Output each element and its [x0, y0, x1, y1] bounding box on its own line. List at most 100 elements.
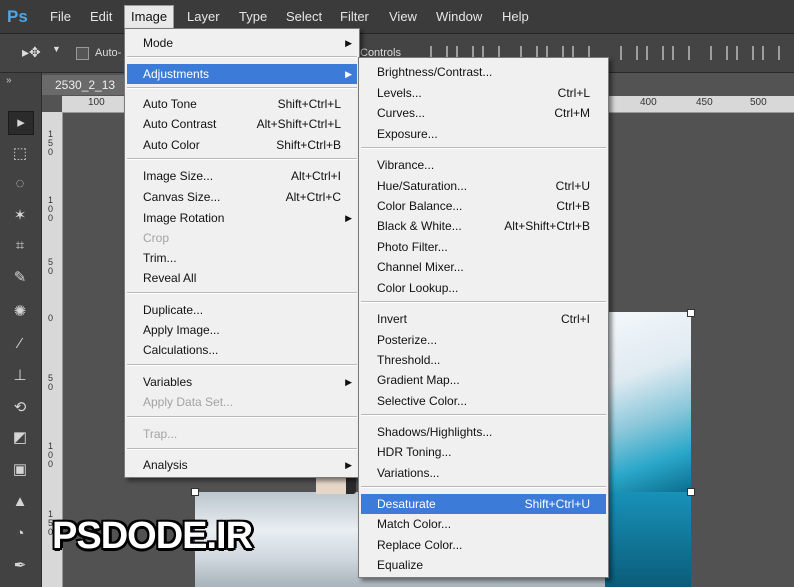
menu-separator	[127, 87, 357, 89]
menu-item-vibrance[interactable]: Vibrance...	[361, 155, 606, 175]
auto-select-label: Auto-	[95, 47, 122, 59]
menu-item-reveal-all[interactable]: Reveal All	[127, 268, 357, 288]
menu-item-shadows-highlights[interactable]: Shadows/Highlights...	[361, 422, 606, 442]
panel-collapse-icon[interactable]: »	[6, 75, 12, 86]
toolbox-panel: » ▸ ⬚ ◌ ✶ ⌗ ✎ ✺ ⁄ ⊥ ⟲ ◩ ▣ ▲ ◔ ✒	[0, 73, 42, 587]
auto-select-checkbox[interactable]	[76, 47, 89, 60]
menu-separator	[127, 56, 357, 58]
move-tool-icon[interactable]: ▸	[8, 111, 34, 135]
healing-brush-tool-icon[interactable]: ✺	[8, 301, 32, 323]
menu-item-brightness-contrast[interactable]: Brightness/Contrast...	[361, 62, 606, 82]
menu-separator	[361, 147, 606, 149]
menu-item-selective-color[interactable]: Selective Color...	[361, 391, 606, 411]
menu-item-hdr-toning[interactable]: HDR Toning...	[361, 442, 606, 462]
menu-item-color-lookup[interactable]: Color Lookup...	[361, 278, 606, 298]
blur-tool-icon[interactable]: ▲	[8, 491, 32, 513]
clone-stamp-tool-icon[interactable]: ⊥	[8, 365, 32, 387]
ruler-tick: 400	[640, 97, 657, 108]
menu-item-color-balance[interactable]: Color Balance... Ctrl+B	[361, 196, 606, 216]
menu-separator	[127, 158, 357, 160]
menu-item-curves[interactable]: Curves... Ctrl+M	[361, 103, 606, 123]
ruler-tick: 100	[48, 441, 54, 469]
lasso-tool-icon[interactable]: ◌	[8, 173, 32, 195]
distribute-bottom-icon[interactable]	[672, 46, 690, 60]
menu-item-channel-mixer[interactable]: Channel Mixer...	[361, 257, 606, 277]
menu-item-canvas-size[interactable]: Canvas Size... Alt+Ctrl+C	[127, 187, 357, 207]
menu-item-image-size[interactable]: Image Size... Alt+Ctrl+I	[127, 166, 357, 186]
submenu-arrow-icon: ▶	[345, 213, 352, 223]
menu-item-image-rotation[interactable]: Image Rotation ▶	[127, 208, 357, 228]
distribute-right-icon[interactable]	[762, 46, 780, 60]
menu-item-desaturate[interactable]: Desaturate Shift+Ctrl+U	[361, 494, 606, 514]
distribute-middle-icon[interactable]	[646, 46, 664, 60]
ruler-tick: 100	[48, 195, 54, 223]
adjustments-submenu: Brightness/Contrast... Levels... Ctrl+L C…	[358, 57, 609, 578]
menu-separator	[127, 448, 357, 450]
menu-window[interactable]: Window	[436, 9, 482, 24]
menu-item-calculations[interactable]: Calculations...	[127, 340, 357, 360]
transform-handle[interactable]	[687, 488, 695, 496]
menu-item-auto-contrast[interactable]: Auto Contrast Alt+Shift+Ctrl+L	[127, 114, 357, 134]
eyedropper-tool-icon[interactable]: ✎	[8, 267, 32, 289]
menu-type[interactable]: Type	[239, 9, 267, 24]
menu-file[interactable]: File	[50, 9, 71, 24]
menu-item-apply-data-set: Apply Data Set...	[143, 395, 234, 409]
ruler-tick: 100	[88, 97, 105, 108]
submenu-arrow-icon: ▶	[345, 460, 352, 470]
menu-item-equalize[interactable]: Equalize	[361, 555, 606, 575]
menu-layer[interactable]: Layer	[187, 9, 220, 24]
menu-item-adjustments[interactable]: Adjustments ▶	[127, 64, 357, 84]
image-detail	[316, 476, 346, 494]
menu-item-replace-color[interactable]: Replace Color...	[361, 535, 606, 555]
chevron-down-icon[interactable]: ▼	[52, 44, 74, 62]
menu-item-analysis[interactable]: Analysis ▶	[127, 455, 357, 475]
menu-item-mode[interactable]: Mode ▶	[127, 33, 357, 53]
ruler-tick: 450	[696, 97, 713, 108]
menu-view[interactable]: View	[389, 9, 417, 24]
brush-tool-icon[interactable]: ⁄	[8, 333, 32, 355]
gradient-tool-icon[interactable]: ▣	[8, 459, 32, 481]
eraser-tool-icon[interactable]: ◩	[8, 427, 32, 449]
ruler-tick: 50	[48, 257, 54, 276]
distribute-left-icon[interactable]	[710, 46, 728, 60]
transform-handle[interactable]	[687, 309, 695, 317]
distribute-top-icon[interactable]	[620, 46, 638, 60]
menu-select[interactable]: Select	[286, 9, 322, 24]
transform-handle[interactable]	[191, 488, 199, 496]
menu-item-duplicate[interactable]: Duplicate...	[127, 300, 357, 320]
submenu-arrow-icon: ▶	[345, 377, 352, 387]
menu-item-trim[interactable]: Trim...	[127, 248, 357, 268]
menu-bar: Ps File Edit Image Layer Type Select Fil…	[0, 0, 794, 34]
menu-item-levels[interactable]: Levels... Ctrl+L	[361, 83, 606, 103]
menu-item-variations[interactable]: Variations...	[361, 463, 606, 483]
menu-item-auto-tone[interactable]: Auto Tone Shift+Ctrl+L	[127, 94, 357, 114]
menu-item-photo-filter[interactable]: Photo Filter...	[361, 237, 606, 257]
menu-help[interactable]: Help	[502, 9, 529, 24]
menu-separator	[361, 301, 606, 303]
crop-tool-icon[interactable]: ⌗	[8, 235, 32, 257]
menu-item-trap: Trap...	[143, 427, 178, 441]
menu-item-threshold[interactable]: Threshold...	[361, 350, 606, 370]
magic-wand-tool-icon[interactable]: ✶	[8, 205, 32, 227]
move-tool-icon[interactable]: ▸✥	[22, 44, 44, 62]
menu-item-invert[interactable]: Invert Ctrl+I	[361, 309, 606, 329]
menu-separator	[127, 416, 357, 418]
history-brush-tool-icon[interactable]: ⟲	[8, 397, 32, 419]
menu-item-apply-image[interactable]: Apply Image...	[127, 320, 357, 340]
menu-edit[interactable]: Edit	[90, 9, 112, 24]
menu-item-gradient-map[interactable]: Gradient Map...	[361, 370, 606, 390]
menu-item-exposure[interactable]: Exposure...	[361, 124, 606, 144]
menu-filter[interactable]: Filter	[340, 9, 369, 24]
menu-item-posterize[interactable]: Posterize...	[361, 330, 606, 350]
menu-item-auto-color[interactable]: Auto Color Shift+Ctrl+B	[127, 135, 357, 155]
menu-item-black-white[interactable]: Black & White... Alt+Shift+Ctrl+B	[361, 216, 606, 236]
dodge-tool-icon[interactable]: ◔	[8, 523, 32, 545]
menu-item-variables[interactable]: Variables ▶	[127, 372, 357, 392]
pen-tool-icon[interactable]: ✒	[8, 555, 32, 577]
menu-item-hue-saturation[interactable]: Hue/Saturation... Ctrl+U	[361, 176, 606, 196]
distribute-center-icon[interactable]	[736, 46, 754, 60]
menu-image[interactable]: Image	[124, 5, 175, 28]
menu-item-match-color[interactable]: Match Color...	[361, 514, 606, 534]
ruler-tick: 150	[48, 129, 54, 157]
marquee-tool-icon[interactable]: ⬚	[8, 143, 32, 165]
